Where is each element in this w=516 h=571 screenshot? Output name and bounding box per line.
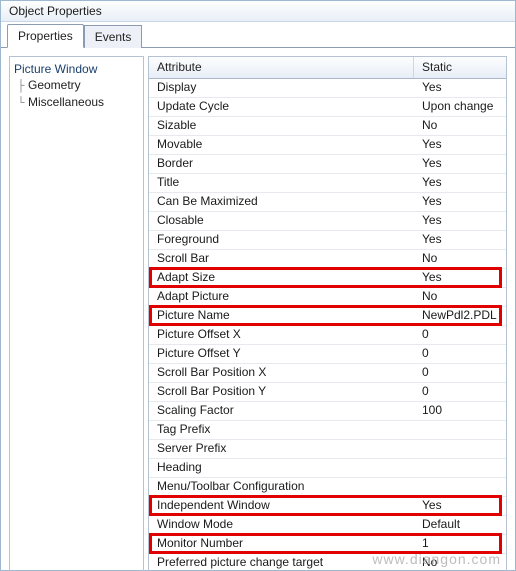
property-grid: Attribute Static DisplayYesUpdate CycleU…	[148, 56, 507, 571]
property-row[interactable]: Server Prefix	[149, 440, 506, 459]
property-row[interactable]: Adapt SizeYes	[149, 269, 506, 288]
property-attribute-cell: Adapt Picture	[149, 288, 414, 306]
property-attribute-cell: Movable	[149, 136, 414, 154]
property-attribute-cell: Scroll Bar Position X	[149, 364, 414, 382]
property-static-cell[interactable]	[414, 440, 506, 458]
property-row[interactable]: Scroll Bar Position Y0	[149, 383, 506, 402]
watermark-text: www.diangon.com	[372, 551, 501, 567]
property-attribute-cell: Menu/Toolbar Configuration	[149, 478, 414, 496]
property-static-cell[interactable]: 100	[414, 402, 506, 420]
window-title: Object Properties	[1, 1, 515, 22]
tab-properties[interactable]: Properties	[7, 24, 84, 48]
property-row[interactable]: Update CycleUpon change	[149, 98, 506, 117]
property-static-cell[interactable]: Yes	[414, 174, 506, 192]
category-tree: Picture Window ├Geometry └Miscellaneous	[9, 56, 144, 571]
property-attribute-cell: Scroll Bar Position Y	[149, 383, 414, 401]
property-row[interactable]: ForegroundYes	[149, 231, 506, 250]
property-attribute-cell: Update Cycle	[149, 98, 414, 116]
column-static-label[interactable]: Static	[414, 57, 506, 78]
object-properties-window: Object Properties Properties Events Pict…	[0, 0, 516, 571]
tree-item-geometry[interactable]: ├Geometry	[12, 77, 141, 94]
property-static-cell[interactable]: Yes	[414, 79, 506, 97]
property-attribute-cell: Adapt Size	[149, 269, 414, 287]
grid-body: DisplayYesUpdate CycleUpon changeSizable…	[149, 79, 506, 571]
property-row[interactable]: Picture Offset X0	[149, 326, 506, 345]
property-static-cell[interactable]: Yes	[414, 155, 506, 173]
property-static-cell[interactable]: No	[414, 117, 506, 135]
property-static-cell[interactable]: Yes	[414, 193, 506, 211]
property-static-cell[interactable]: 0	[414, 383, 506, 401]
properties-panel: Picture Window ├Geometry └Miscellaneous …	[1, 47, 515, 571]
property-attribute-cell: Independent Window	[149, 497, 414, 515]
property-static-cell[interactable]: Default	[414, 516, 506, 534]
property-row[interactable]: Scroll Bar Position X0	[149, 364, 506, 383]
property-static-cell[interactable]: Upon change	[414, 98, 506, 116]
property-static-cell[interactable]	[414, 459, 506, 477]
property-static-cell[interactable]: NewPdl2.PDL	[414, 307, 506, 325]
property-static-cell[interactable]: 0	[414, 364, 506, 382]
property-static-cell[interactable]: Yes	[414, 497, 506, 515]
property-attribute-cell: Scroll Bar	[149, 250, 414, 268]
property-row[interactable]: MovableYes	[149, 136, 506, 155]
property-attribute-cell: Can Be Maximized	[149, 193, 414, 211]
property-row[interactable]: Independent WindowYes	[149, 497, 506, 516]
property-row[interactable]: Heading	[149, 459, 506, 478]
property-attribute-cell: Tag Prefix	[149, 421, 414, 439]
property-attribute-cell: Heading	[149, 459, 414, 477]
property-attribute-cell: Picture Offset Y	[149, 345, 414, 363]
property-attribute-cell: Picture Name	[149, 307, 414, 325]
property-static-cell[interactable]: Yes	[414, 136, 506, 154]
property-static-cell[interactable]	[414, 421, 506, 439]
property-static-cell[interactable]: 0	[414, 345, 506, 363]
property-row[interactable]: BorderYes	[149, 155, 506, 174]
property-static-cell[interactable]: Yes	[414, 231, 506, 249]
property-row[interactable]: Window ModeDefault	[149, 516, 506, 535]
property-row[interactable]: Can Be MaximizedYes	[149, 193, 506, 212]
tree-root-picture-window[interactable]: Picture Window	[12, 61, 141, 77]
property-row[interactable]: SizableNo	[149, 117, 506, 136]
property-attribute-cell: Foreground	[149, 231, 414, 249]
property-static-cell[interactable]	[414, 478, 506, 496]
grid-header: Attribute Static	[149, 57, 506, 79]
property-static-cell[interactable]: No	[414, 250, 506, 268]
property-row[interactable]: Picture Offset Y0	[149, 345, 506, 364]
property-attribute-cell: Sizable	[149, 117, 414, 135]
tab-events[interactable]: Events	[84, 25, 143, 48]
property-static-cell[interactable]: No	[414, 288, 506, 306]
tabstrip: Properties Events	[1, 22, 515, 48]
property-row[interactable]: Menu/Toolbar Configuration	[149, 478, 506, 497]
property-row[interactable]: TitleYes	[149, 174, 506, 193]
property-attribute-cell: Picture Offset X	[149, 326, 414, 344]
tree-item-miscellaneous[interactable]: └Miscellaneous	[12, 94, 141, 111]
property-attribute-cell: Window Mode	[149, 516, 414, 534]
property-attribute-cell: Display	[149, 79, 414, 97]
property-row[interactable]: Picture NameNewPdl2.PDL	[149, 307, 506, 326]
tree-item-label: Geometry	[28, 78, 81, 92]
property-row[interactable]: Scroll BarNo	[149, 250, 506, 269]
property-row[interactable]: Tag Prefix	[149, 421, 506, 440]
property-attribute-cell: Border	[149, 155, 414, 173]
property-attribute-cell: Closable	[149, 212, 414, 230]
property-attribute-cell: Server Prefix	[149, 440, 414, 458]
property-row[interactable]: ClosableYes	[149, 212, 506, 231]
property-static-cell[interactable]: 0	[414, 326, 506, 344]
tree-connector-icon: └	[14, 96, 28, 110]
property-static-cell[interactable]: Yes	[414, 212, 506, 230]
property-row[interactable]: Adapt PictureNo	[149, 288, 506, 307]
tree-root-label: Picture Window	[14, 62, 97, 76]
property-attribute-cell: Title	[149, 174, 414, 192]
property-row[interactable]: DisplayYes	[149, 79, 506, 98]
property-attribute-cell: Scaling Factor	[149, 402, 414, 420]
property-row[interactable]: Scaling Factor100	[149, 402, 506, 421]
column-attribute-label[interactable]: Attribute	[149, 57, 414, 78]
tree-connector-icon: ├	[14, 79, 28, 93]
tree-item-label: Miscellaneous	[28, 95, 104, 109]
property-static-cell[interactable]: Yes	[414, 269, 506, 287]
